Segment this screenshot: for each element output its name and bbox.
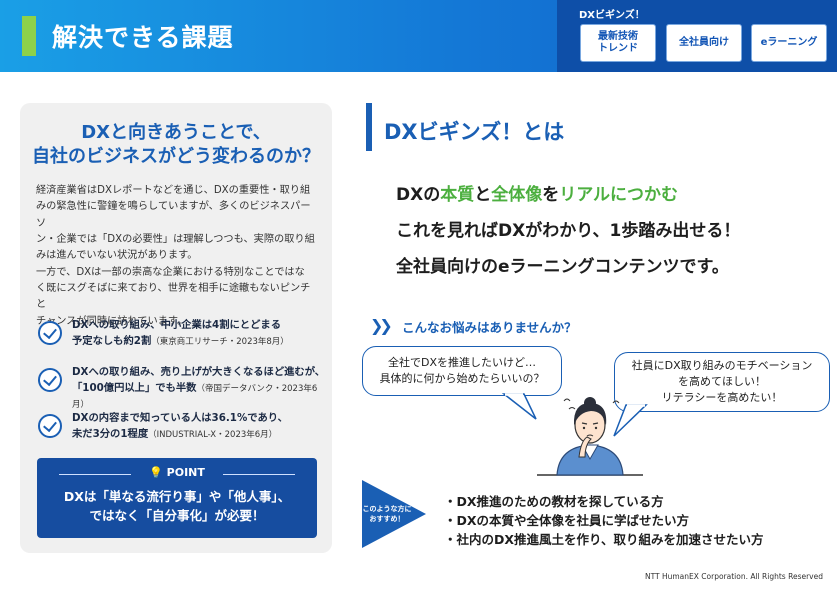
recommend-item: ・社内のDX推進風土を作り、取り組みを加速させたい方 [444,532,764,547]
tagline-1-part: DXの [396,185,441,205]
recommend-item: ・DX推進のための教材を探している方 [444,494,664,509]
section-accent-bar [366,103,372,151]
check-line1: DXへの取り組み、売り上げが大きくなるほど進むが、 [72,366,326,378]
speech-bubble-right: 社員にDX取り組みのモチベーション を高めてほしい！ リテラシーを高めたい！ [614,352,830,412]
nav-button-all-employees[interactable]: 全社員向け [666,24,742,62]
check-item: DXの内容まで知っている人は36.1%であり、 未だ3分の1程度（INDUSTR… [38,411,328,451]
recommend-label: このような方に おすすめ！ [362,505,412,524]
check-text: DXへの取り組み、売り上げが大きくなるほど進むが、 「100億円以上」でも半数（… [72,365,328,413]
tagline-1: DXの本質と全体像をリアルにつかむ [396,180,678,205]
check-line2-text: 「100億円以上」でも半数 [72,381,197,394]
lightbulb-icon: 💡 [149,466,163,479]
nav-button-elearning[interactable]: eラーニング [751,24,827,62]
check-line2: 未だ3分の1程度（INDUSTRIAL-X・2023年6月） [72,427,288,443]
check-text: DXへの取り組み、中小企業は4割にとどまる 予定なしも約2割（東京商工リサーチ・… [72,318,289,350]
point-text: DXは「単なる流行り事」や「他人事」、 ではなく「自分事化」が必要！ [63,489,291,523]
section-heading: DXビギンズ！とは [384,120,565,144]
left-card: DXと向きあうことで、 自社のビジネスがどう変わるのか？ 経済産業省はDXレポー… [20,103,332,553]
copyright-footer: NTT HumanEX Corporation. All Rights Rese… [644,572,823,581]
tagline-1-highlight: 本質 [440,185,475,205]
recommend-item: ・DXの本質や全体像を社員に学ばせたい方 [444,513,690,528]
check-line2: 予定なしも約2割（東京商工リサーチ・2023年8月） [72,334,289,350]
check-line2: 「100億円以上」でも半数（帝国データバンク・2023年6月） [72,381,328,413]
check-circle-icon [38,321,62,345]
check-line2-text: 予定なしも約2割 [72,334,152,347]
page-title: 解決できる課題 [52,23,234,52]
header-accent-bar [22,16,36,56]
point-label: 💡 POINT [37,466,317,479]
check-source: （INDUSTRIAL-X・2023年6月） [148,429,278,440]
check-circle-icon [38,414,62,438]
nav-button-tech-trend[interactable]: 最新技術 トレンド [580,24,656,62]
nav-panel: DXビギンズ！ 最新技術 トレンド 全社員向け eラーニング [557,0,837,72]
check-item: DXへの取り組み、売り上げが大きくなるほど進むが、 「100億円以上」でも半数（… [38,365,328,410]
tagline-1-part: を [542,185,560,205]
left-heading: DXと向きあうことで、 自社のビジネスがどう変わるのか？ [32,122,320,168]
tagline-1-highlight: リアルにつかむ [559,185,679,205]
check-line1: DXへの取り組み、中小企業は4割にとどまる [72,319,281,331]
concern-title: こんなお悩みはありませんか？ [402,320,577,335]
check-line1: DXの内容まで知っている人は36.1%であり、 [72,412,288,424]
tagline-1-highlight: 全体像 [491,185,543,205]
point-header: 💡 POINT [37,466,317,482]
worried-person-illustration [537,397,643,476]
double-chevron-icon: ❯❯ [370,316,393,335]
nav-label: DXビギンズ！ [579,10,645,21]
point-box: 💡 POINT DXは「単なる流行り事」や「他人事」、 ではなく「自分事化」が必… [37,458,317,538]
tagline-2: これを見ればDXがわかり、1歩踏み出せる！ [396,221,741,241]
tagline-3: 全社員向けのeラーニングコンテンツです。 [396,257,729,277]
speech-bubble-left: 全社でDXを推進したいけど… 具体的に何から始めたらいいの？ [362,346,562,396]
point-label-text: POINT [166,466,205,479]
check-source: （東京商工リサーチ・2023年8月） [151,336,289,347]
check-circle-icon [38,368,62,392]
check-text: DXの内容まで知っている人は36.1%であり、 未だ3分の1程度（INDUSTR… [72,411,288,443]
tagline-1-part: と [474,185,492,205]
point-divider-right [223,474,295,475]
check-line2-text: 未だ3分の1程度 [72,427,149,440]
speech-bubble-left-tail [501,393,537,420]
check-item: DXへの取り組み、中小企業は4割にとどまる 予定なしも約2割（東京商工リサーチ・… [38,318,328,358]
left-body-text: 経済産業省はDXレポートなどを通じ、DXの重要性・取り組 みの緊急性に警鐘を鳴ら… [36,185,315,327]
